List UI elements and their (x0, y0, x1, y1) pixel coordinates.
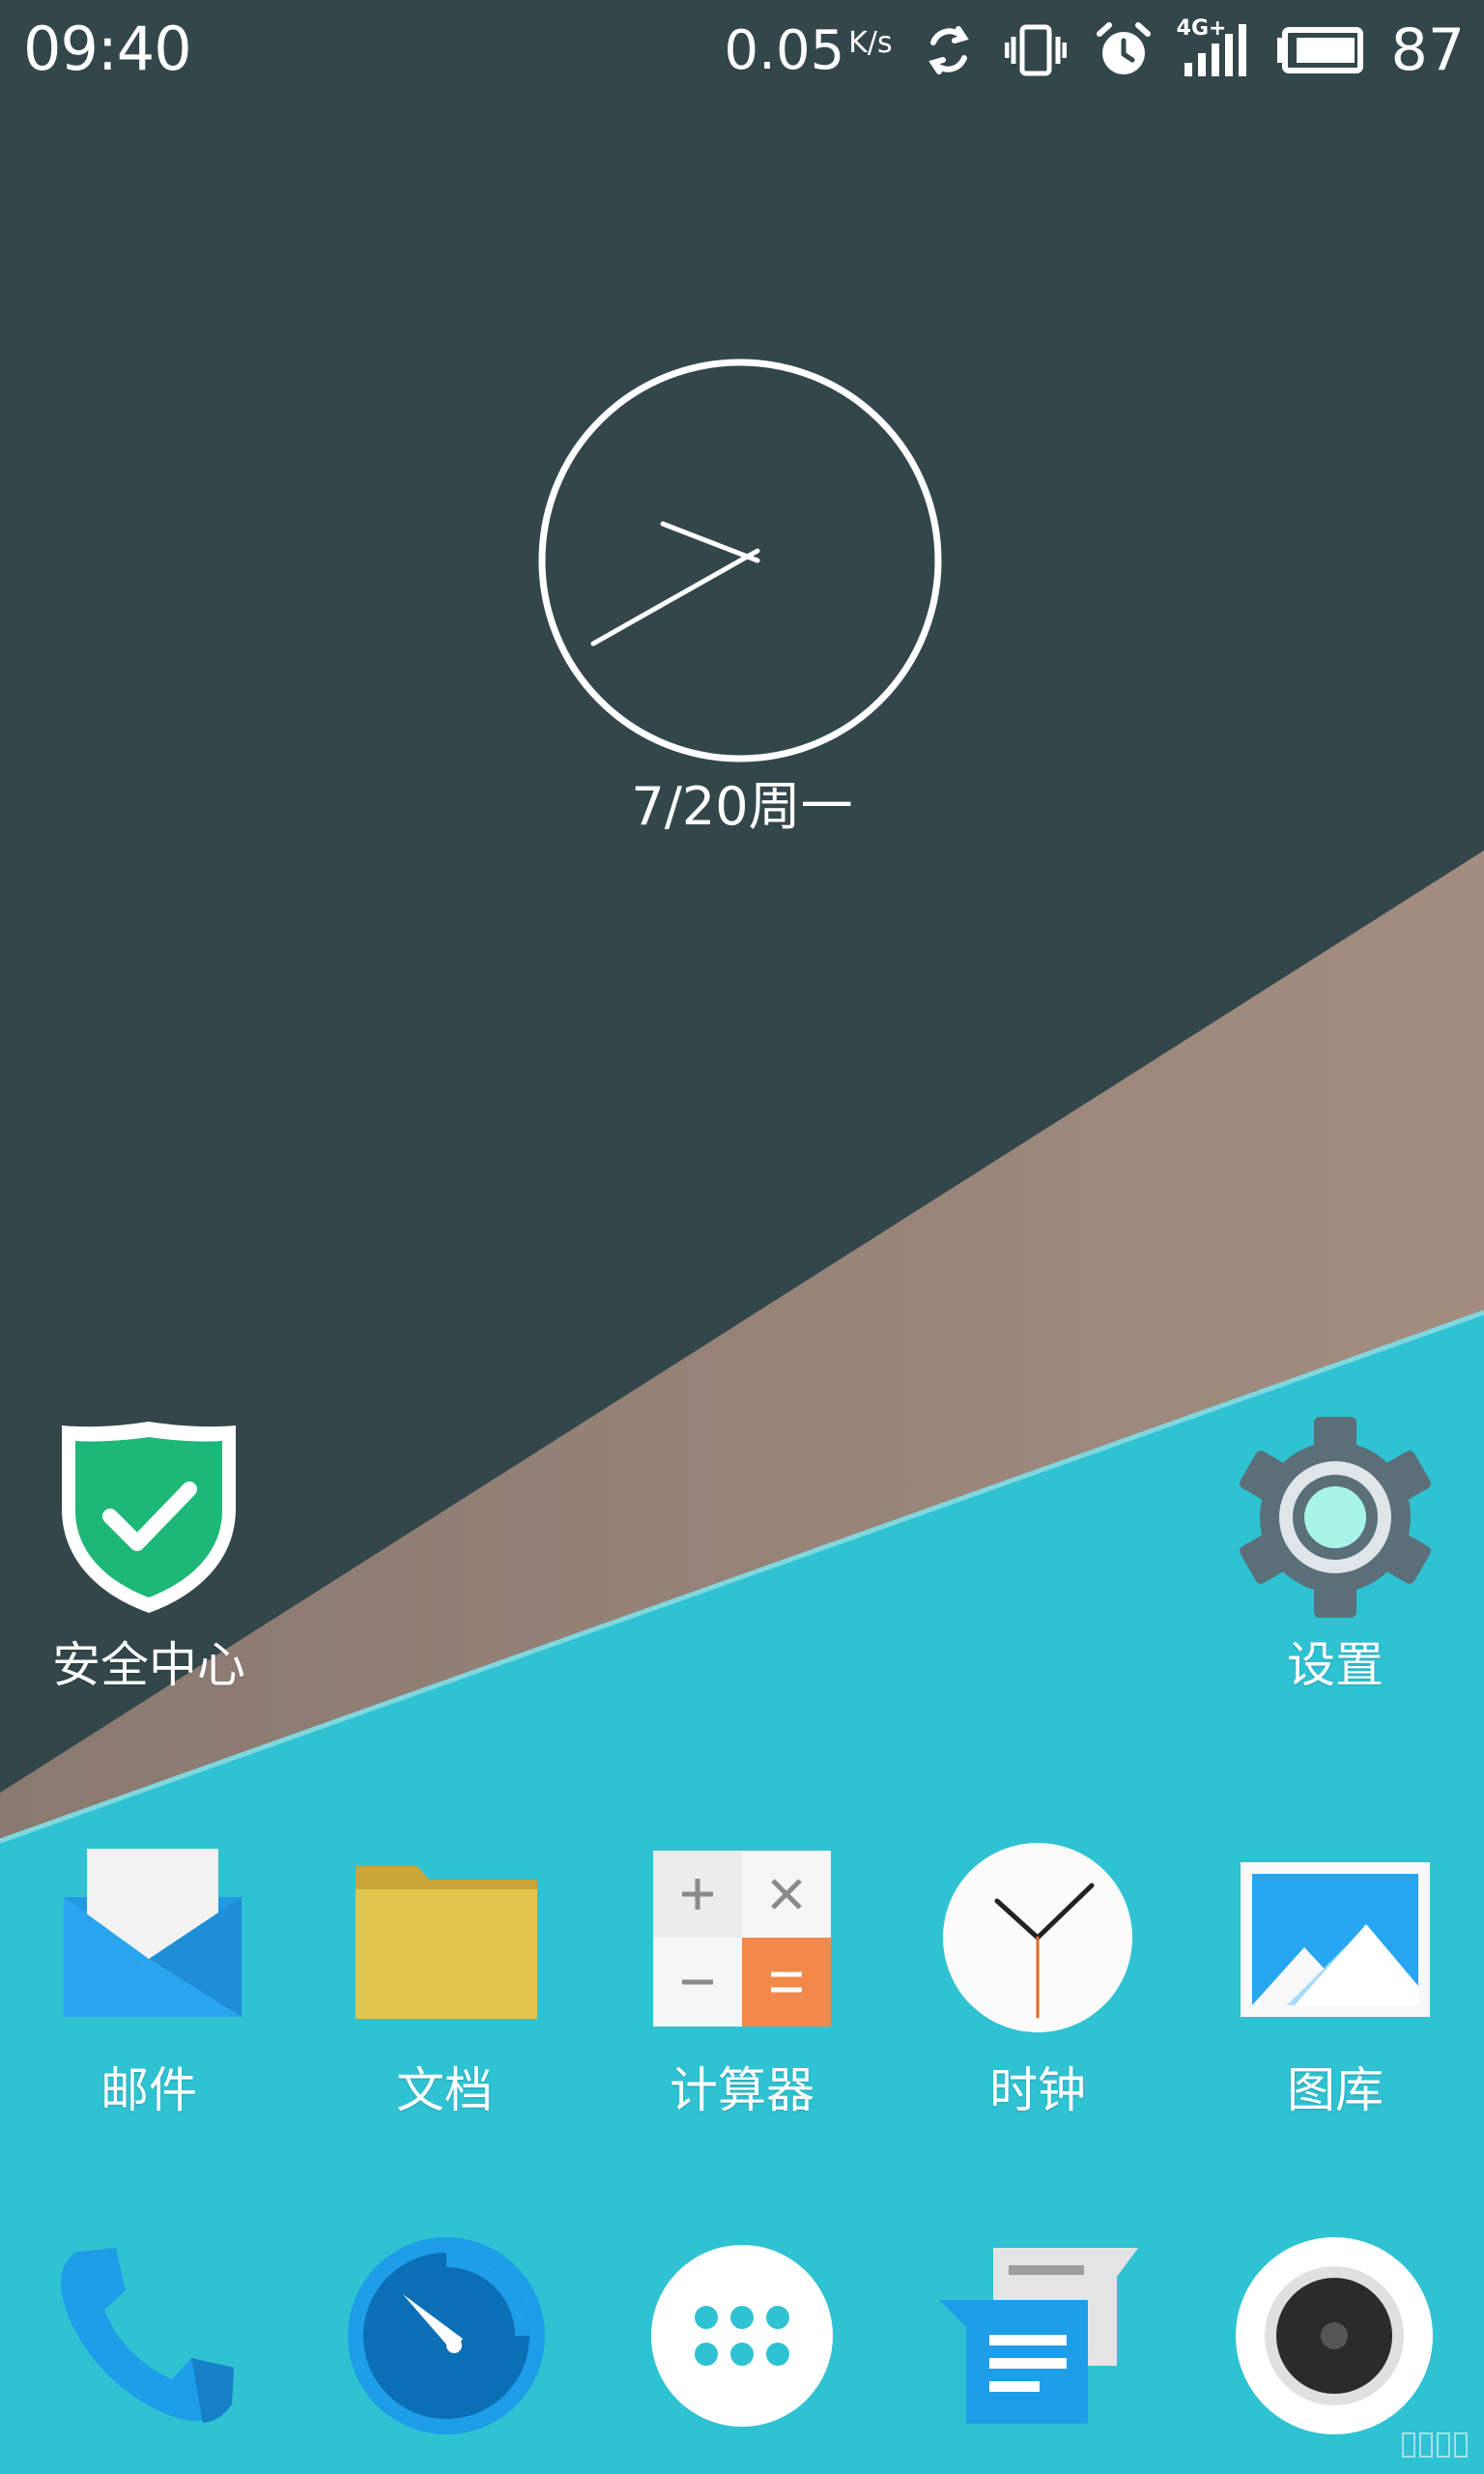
app-grid-icon (651, 2245, 833, 2427)
message-icon (939, 2248, 1138, 2424)
status-time: 09:40 (23, 14, 192, 84)
status-indicators: 0.05 K/s 4G+ 87 (725, 14, 1465, 87)
clock-icon (941, 1841, 1134, 2034)
sync-icon (920, 21, 978, 79)
envelope-icon (52, 1841, 245, 2034)
dock-phone[interactable] (48, 2234, 251, 2437)
app-label: 安全中心 (52, 1637, 245, 1693)
shield-check-icon (52, 1416, 245, 1613)
app-label: 图库 (1287, 2062, 1384, 2118)
app-security-center[interactable]: 安全中心 (33, 1416, 265, 1696)
app-mail[interactable]: 邮件 (33, 1841, 265, 2121)
phone-icon (60, 2248, 235, 2423)
calculator-icon (645, 1841, 839, 2034)
network-type: 4G+ (1176, 16, 1227, 41)
app-label: 邮件 (100, 2062, 197, 2118)
watermark-logo (1402, 2432, 1468, 2458)
dock-app-drawer[interactable] (641, 2234, 843, 2437)
app-settings[interactable]: 设置 (1219, 1416, 1451, 1696)
app-calculator[interactable]: 计算器 (626, 1841, 858, 2121)
status-bar: 09:40 0.05 K/s 4G+ 87 (0, 0, 1484, 101)
clock-face-icon (538, 359, 942, 762)
app-clock[interactable]: 时钟 (922, 1841, 1154, 2121)
dock-camera[interactable] (1233, 2234, 1436, 2437)
net-speed: 0.05 (724, 18, 845, 82)
clock-date: 7/20周一 (631, 776, 853, 837)
picture-icon (1239, 1841, 1432, 2034)
compass-icon (348, 2237, 545, 2434)
gear-icon (1239, 1416, 1432, 1618)
app-label: 计算器 (670, 2062, 814, 2118)
app-files[interactable]: 文档 (328, 1841, 560, 2121)
app-label: 文档 (396, 2062, 493, 2118)
alarm-icon (1094, 20, 1154, 80)
dock-messages[interactable] (937, 2234, 1140, 2437)
vibrate-icon (1004, 21, 1067, 79)
signal-4g-icon: 4G+ (1177, 16, 1248, 80)
dock-browser[interactable] (345, 2234, 548, 2437)
battery-icon (1275, 26, 1364, 74)
camera-icon (1236, 2237, 1433, 2434)
app-gallery[interactable]: 图库 (1219, 1841, 1451, 2121)
app-label: 设置 (1287, 1637, 1384, 1693)
battery-level: 87 (1390, 16, 1465, 84)
app-label: 时钟 (989, 2062, 1086, 2118)
net-speed-unit: K/s (848, 25, 893, 60)
analog-clock-widget[interactable] (537, 358, 943, 763)
folder-icon (348, 1841, 541, 2034)
